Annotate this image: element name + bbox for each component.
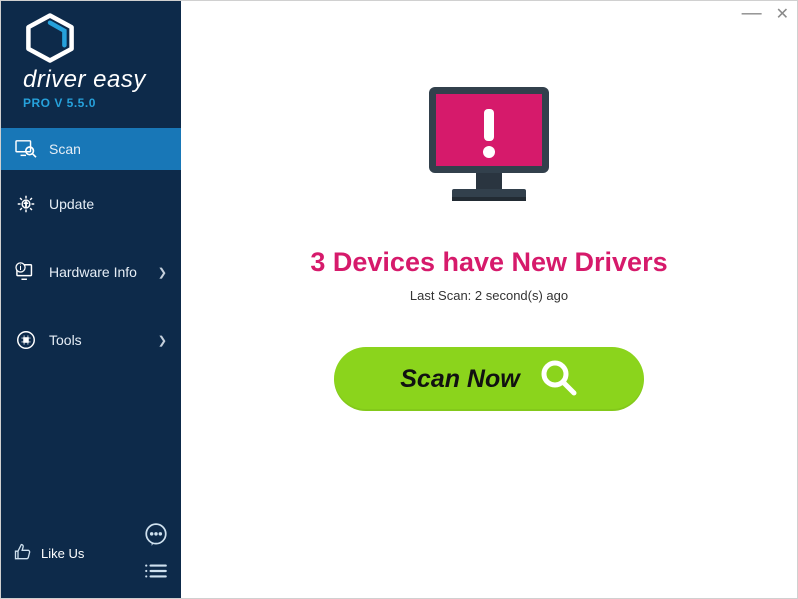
magnifier-icon	[538, 357, 578, 402]
scan-now-label: Scan Now	[400, 365, 519, 394]
app-window: driver easy PRO V 5.5.0 Scan Update i	[0, 0, 798, 599]
brand-name: driver easy	[23, 66, 181, 94]
thumbs-up-icon	[13, 542, 33, 565]
sidebar-item-hardware-info[interactable]: i Hardware Info ❯	[1, 238, 181, 306]
chevron-right-icon: ❯	[158, 334, 167, 347]
sidebar-item-label: Tools	[49, 332, 82, 348]
menu-list-icon[interactable]	[143, 558, 169, 584]
chevron-right-icon: ❯	[158, 266, 167, 279]
sidebar-item-label: Scan	[49, 141, 81, 157]
feedback-icon[interactable]	[143, 522, 169, 548]
scan-screen-icon	[15, 139, 37, 159]
like-us-label: Like Us	[41, 546, 84, 561]
close-button[interactable]: ✕	[776, 7, 789, 27]
hero-area: 3 Devices have New Drivers Last Scan: 2 …	[310, 79, 667, 411]
sidebar: driver easy PRO V 5.5.0 Scan Update i	[1, 1, 181, 598]
sidebar-item-label: Hardware Info	[49, 264, 137, 280]
window-controls: — ✕	[742, 7, 789, 27]
like-us-button[interactable]: Like Us	[13, 542, 84, 565]
sidebar-item-label: Update	[49, 196, 94, 212]
svg-text:i: i	[20, 263, 22, 272]
sidebar-item-tools[interactable]: Tools ❯	[1, 306, 181, 374]
sidebar-item-scan[interactable]: Scan	[1, 128, 181, 170]
update-gear-icon	[15, 193, 37, 215]
hardware-info-icon: i	[15, 262, 37, 282]
sidebar-item-update[interactable]: Update	[1, 170, 181, 238]
brand-logo-icon	[23, 13, 77, 63]
sidebar-corner-icons	[143, 522, 169, 584]
brand-version: PRO V 5.5.0	[23, 96, 181, 110]
scan-now-button[interactable]: Scan Now	[334, 347, 644, 411]
brand-block: driver easy PRO V 5.5.0	[1, 1, 181, 118]
sidebar-bottom-bar: Like Us	[1, 512, 181, 598]
minimize-button[interactable]: —	[742, 3, 762, 23]
tools-icon	[15, 329, 37, 351]
status-title: 3 Devices have New Drivers	[310, 247, 667, 278]
main-panel: — ✕ 3 Devices have New Drivers Last Scan…	[181, 1, 797, 598]
alert-monitor-icon	[414, 79, 564, 219]
sidebar-nav: Scan Update i Hardware Info ❯ Tools	[1, 128, 181, 374]
last-scan-text: Last Scan: 2 second(s) ago	[410, 288, 568, 303]
